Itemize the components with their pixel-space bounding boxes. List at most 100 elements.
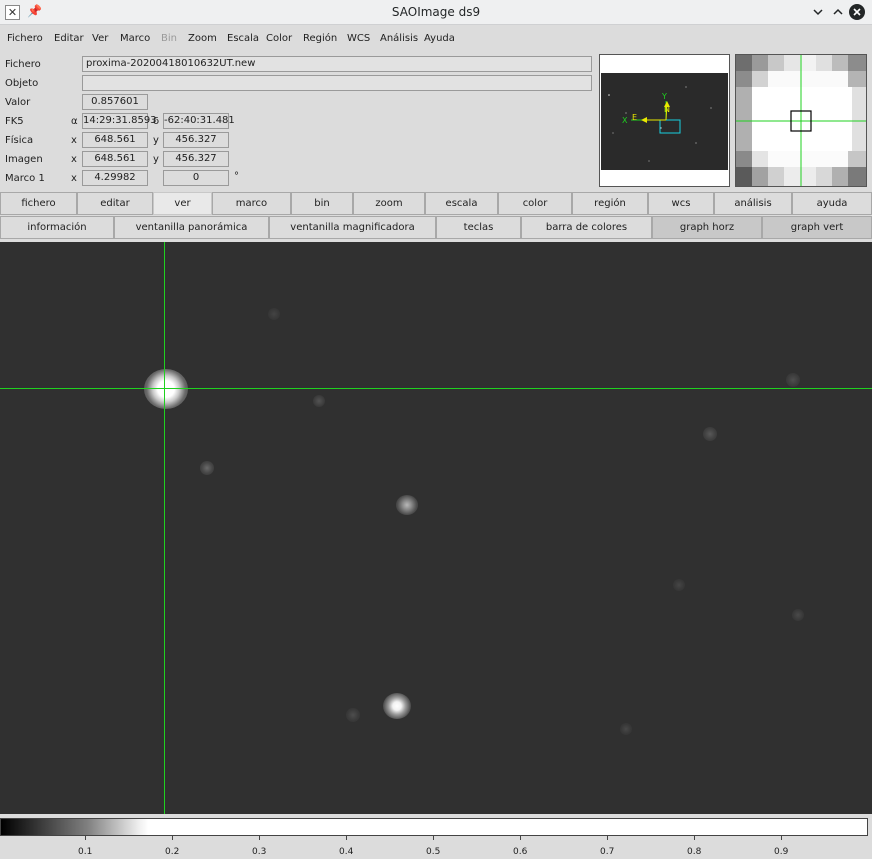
- menu-wcs[interactable]: WCS: [347, 33, 370, 44]
- magnifier-image: [736, 55, 866, 186]
- colorbar-tick-label: 0.5: [426, 847, 441, 857]
- btn-barra-de-colores[interactable]: barra de colores: [521, 216, 652, 239]
- menu-ayuda[interactable]: Ayuda: [424, 33, 455, 44]
- colorbar-tick-label: 0.3: [252, 847, 267, 857]
- star-faint: [313, 395, 325, 407]
- compass-n-label: N: [664, 105, 670, 114]
- btn-ver[interactable]: ver: [153, 192, 212, 215]
- menu-bar: Fichero Editar Ver Marco Bin Zoom Escala…: [0, 26, 872, 52]
- physical-y-field: 456.327: [163, 132, 229, 148]
- crosshair-horizontal[interactable]: [0, 388, 872, 389]
- btn-teclas[interactable]: teclas: [436, 216, 521, 239]
- physical-y-symbol: y: [153, 135, 159, 146]
- button-bar-main: fichero editar ver marco bin zoom escala…: [0, 192, 872, 216]
- physical-label: Física: [5, 135, 34, 146]
- chevron-down-icon: [813, 9, 823, 16]
- star-faint: [792, 609, 804, 621]
- fk5-delta-field: -62:40:31.481: [163, 113, 235, 129]
- window-title: SAOImage ds9: [391, 5, 481, 19]
- colorbar-scale: 0.1 0.2 0.3 0.4 0.5 0.6 0.7 0.8 0.9: [0, 836, 872, 859]
- frame-angle-field: 0: [163, 170, 229, 186]
- colorbar-tick-label: 0.2: [165, 847, 180, 857]
- star-medium: [383, 693, 411, 719]
- colorbar-tick-label: 0.6: [513, 847, 528, 857]
- image-frame[interactable]: [0, 242, 872, 814]
- menu-editar[interactable]: Editar: [54, 33, 84, 44]
- star-faint: [396, 495, 418, 515]
- btn-region[interactable]: región: [572, 192, 648, 215]
- btn-analisis[interactable]: análisis: [714, 192, 792, 215]
- star-faint: [200, 461, 214, 475]
- star-bright: [144, 369, 188, 409]
- close-icon: [853, 8, 861, 16]
- btn-color[interactable]: color: [498, 192, 572, 215]
- colorbar-tick-label: 0.1: [78, 847, 93, 857]
- maximize-button[interactable]: [830, 4, 846, 20]
- btn-ayuda[interactable]: ayuda: [792, 192, 872, 215]
- btn-bin[interactable]: bin: [291, 192, 353, 215]
- file-field: proxima-20200418010632UT.new: [82, 56, 592, 72]
- btn-escala[interactable]: escala: [425, 192, 498, 215]
- minimize-button[interactable]: [810, 4, 826, 20]
- colorbar-tick-label: 0.7: [600, 847, 615, 857]
- star-faint: [673, 579, 685, 591]
- btn-wcs[interactable]: wcs: [648, 192, 714, 215]
- star-faint: [346, 708, 360, 722]
- panner-thumbnail: Y X N E: [608, 86, 712, 162]
- menu-marco[interactable]: Marco: [120, 33, 150, 44]
- value-field: 0.857601: [82, 94, 148, 110]
- object-label: Objeto: [5, 78, 39, 89]
- fk5-label: FK5: [5, 116, 24, 127]
- close-button[interactable]: [849, 4, 865, 20]
- star-faint: [268, 308, 280, 320]
- btn-informacion[interactable]: información: [0, 216, 114, 239]
- image-x-field: 648.561: [82, 151, 148, 167]
- crosshair-vertical[interactable]: [164, 242, 165, 814]
- panner-image[interactable]: Y X N E: [601, 73, 728, 170]
- fk5-alpha-field: 14:29:31.8593: [82, 113, 157, 129]
- btn-marco[interactable]: marco: [212, 192, 291, 215]
- delta-symbol: δ: [153, 116, 160, 127]
- frame-x-symbol: x: [71, 173, 77, 184]
- btn-zoom[interactable]: zoom: [353, 192, 425, 215]
- panner-view[interactable]: Y X N E: [599, 54, 730, 187]
- file-label: Fichero: [5, 59, 41, 70]
- colorbar[interactable]: [0, 818, 868, 836]
- colorbar-tick-label: 0.9: [774, 847, 789, 857]
- object-field: [82, 75, 592, 91]
- image-y-symbol: y: [153, 154, 159, 165]
- button-bar-view: información ventanilla panorámica ventan…: [0, 216, 872, 240]
- compass-x-label: X: [622, 116, 628, 125]
- btn-ventanilla-magnificadora[interactable]: ventanilla magnificadora: [269, 216, 436, 239]
- physical-x-field: 648.561: [82, 132, 148, 148]
- image-label: Imagen: [5, 154, 43, 165]
- compass-e-label: E: [632, 113, 637, 122]
- star-faint: [703, 427, 717, 441]
- menu-region[interactable]: Región: [303, 33, 337, 44]
- menu-zoom[interactable]: Zoom: [188, 33, 217, 44]
- colorbar-tick-label: 0.4: [339, 847, 354, 857]
- frame-zoom-field: 4.29982: [82, 170, 148, 186]
- compass-y-label: Y: [661, 92, 667, 101]
- menu-ver[interactable]: Ver: [92, 33, 108, 44]
- menu-color[interactable]: Color: [266, 33, 292, 44]
- title-bar: ✕ 📌 SAOImage ds9: [0, 0, 872, 25]
- star-faint: [620, 723, 632, 735]
- btn-fichero[interactable]: fichero: [0, 192, 77, 215]
- menu-escala[interactable]: Escala: [227, 33, 259, 44]
- value-label: Valor: [5, 97, 31, 108]
- menu-fichero[interactable]: Fichero: [7, 33, 43, 44]
- physical-x-symbol: x: [71, 135, 77, 146]
- degree-symbol: °: [234, 171, 239, 182]
- magnifier-view: [735, 54, 867, 187]
- btn-graph-horz[interactable]: graph horz: [652, 216, 762, 239]
- btn-editar[interactable]: editar: [77, 192, 153, 215]
- btn-ventanilla-panoramica[interactable]: ventanilla panorámica: [114, 216, 269, 239]
- frame-label: Marco 1: [5, 173, 45, 184]
- btn-graph-vert[interactable]: graph vert: [762, 216, 872, 239]
- alpha-symbol: α: [71, 116, 78, 127]
- chevron-up-icon: [833, 8, 843, 15]
- colorbar-tick-label: 0.8: [687, 847, 702, 857]
- image-y-field: 456.327: [163, 151, 229, 167]
- menu-analisis[interactable]: Análisis: [380, 33, 418, 44]
